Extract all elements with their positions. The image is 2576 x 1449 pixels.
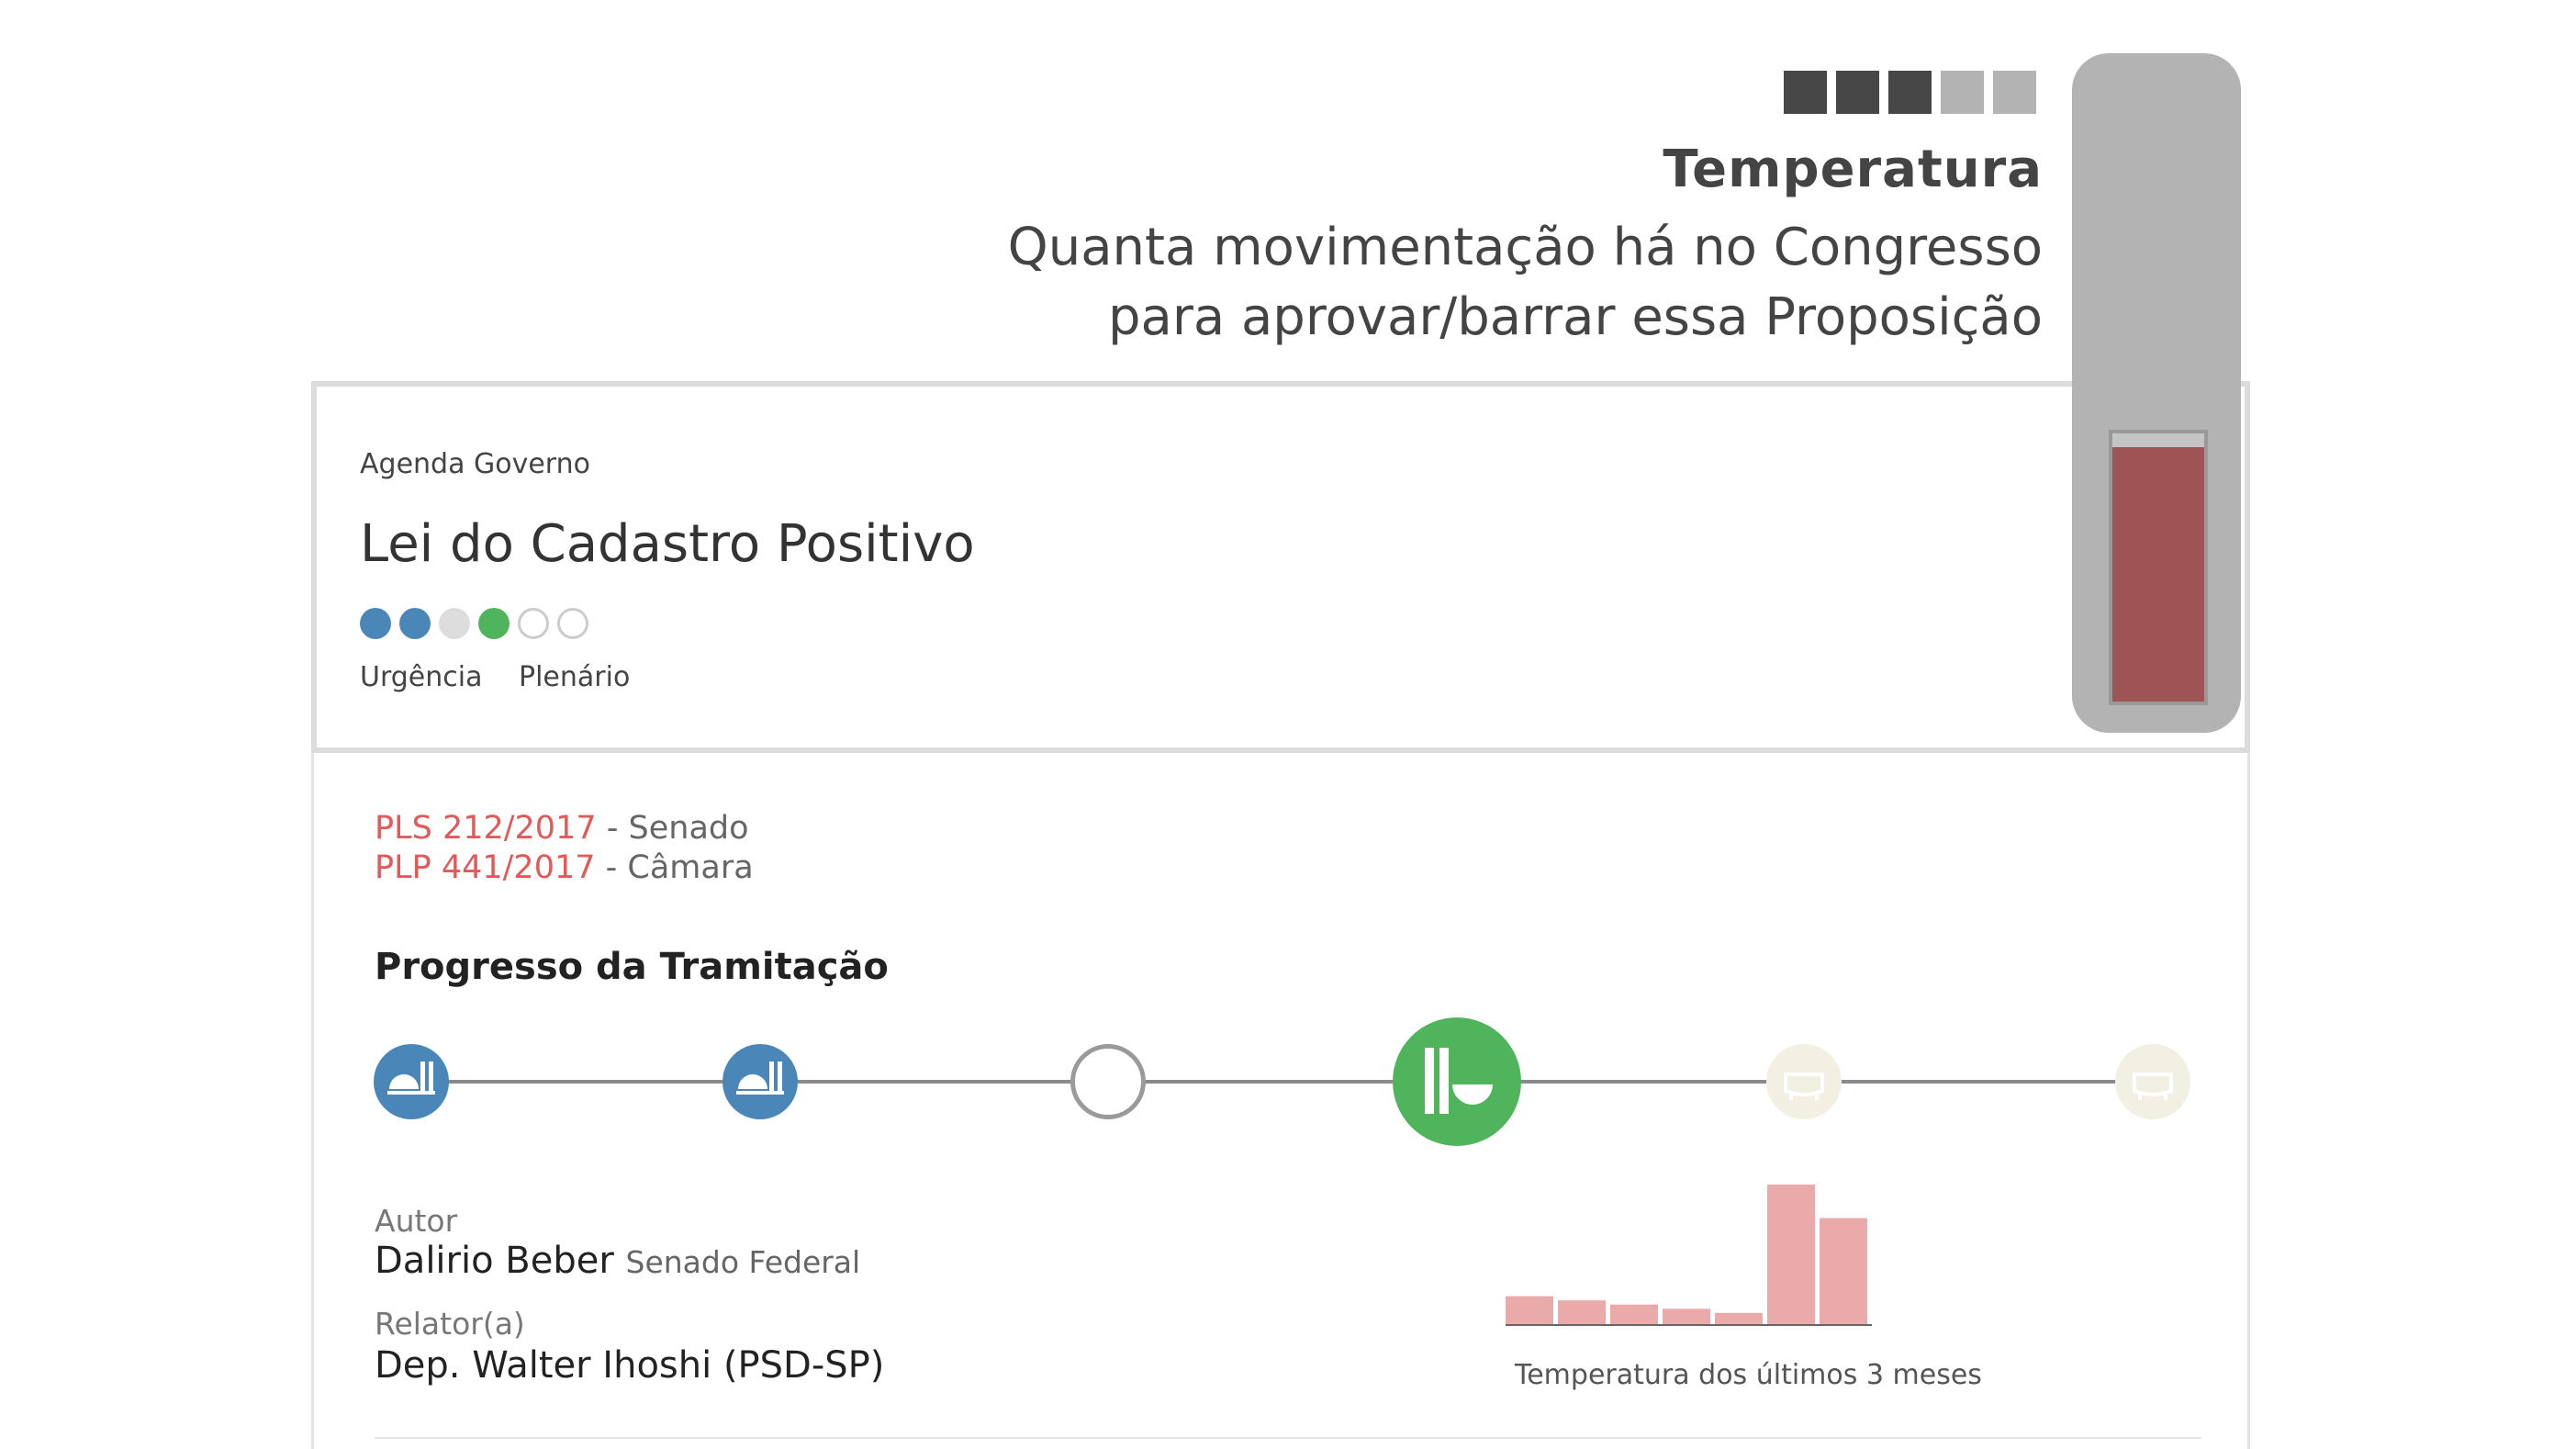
progress-track bbox=[413, 1080, 2167, 1084]
proposition-house: - Senado bbox=[596, 810, 749, 847]
temperature-bar bbox=[1663, 1309, 1710, 1324]
rapporteur-name[interactable]: Dep. Walter Ihoshi (PSD-SP) bbox=[375, 1344, 884, 1387]
proposition-code[interactable]: PLP 441/2017 bbox=[375, 849, 596, 886]
proposition-title[interactable]: Lei do Cadastro Positivo bbox=[360, 514, 975, 574]
temperature-level-indicator bbox=[1784, 71, 2036, 114]
thermometer-fill bbox=[2112, 446, 2204, 702]
status-dot bbox=[557, 608, 588, 639]
temperature-description: Quanta movimentação há no Congresso para… bbox=[1008, 213, 2043, 353]
progress-step-done[interactable] bbox=[374, 1044, 449, 1119]
proposition-id-senado[interactable]: PLS 212/2017 - Senado bbox=[375, 810, 749, 847]
proposition-id-camara[interactable]: PLP 441/2017 - Câmara bbox=[375, 849, 754, 886]
progress-step-future[interactable] bbox=[1766, 1044, 1842, 1119]
temperature-bar bbox=[1558, 1300, 1606, 1324]
progress-title: Progresso da Tramitação bbox=[375, 946, 889, 988]
author-institution: Senado Federal bbox=[625, 1244, 861, 1280]
progress-step-future[interactable] bbox=[2115, 1044, 2190, 1119]
progress-step-done[interactable] bbox=[722, 1044, 798, 1119]
temperature-square bbox=[1784, 71, 1827, 114]
temperature-description-line1: Quanta movimentação há no Congresso bbox=[1007, 218, 2043, 277]
temperature-bar bbox=[1820, 1218, 1867, 1324]
proposition-code[interactable]: PLS 212/2017 bbox=[375, 810, 597, 847]
temperature-square bbox=[1888, 71, 1932, 114]
author-value: Dalirio Beber Senado Federal bbox=[375, 1240, 860, 1282]
thermometer-tube bbox=[2109, 430, 2208, 705]
plenary-chamber-icon bbox=[1406, 1031, 1507, 1132]
status-dot bbox=[439, 608, 470, 639]
temperature-square bbox=[1836, 71, 1879, 114]
temperature-bar bbox=[1767, 1185, 1815, 1324]
status-dot bbox=[360, 608, 391, 639]
president-sanction-icon bbox=[1776, 1054, 1831, 1109]
temperature-history-chart bbox=[1506, 1185, 1872, 1326]
author-label: Autor bbox=[375, 1203, 458, 1239]
progress-step-pending[interactable] bbox=[1070, 1044, 1146, 1119]
temperature-title: Temperatura bbox=[1663, 140, 2043, 199]
rapporteur-label: Relator(a) bbox=[375, 1306, 525, 1342]
status-dot bbox=[478, 608, 510, 639]
chart-caption: Temperatura dos últimos 3 meses bbox=[1515, 1359, 1982, 1391]
card-divider bbox=[375, 1437, 2201, 1439]
dot-label-plenario: Plenário bbox=[519, 661, 631, 693]
proposition-house: - Câmara bbox=[595, 849, 754, 886]
status-dot bbox=[518, 608, 549, 639]
temperature-square bbox=[1941, 71, 1984, 114]
progress-step-current[interactable] bbox=[1393, 1017, 1521, 1146]
temperature-description-line2: para aprovar/barrar essa Proposição bbox=[1107, 287, 2043, 347]
status-dot bbox=[399, 608, 431, 639]
agenda-label: Agenda Governo bbox=[360, 448, 590, 480]
senate-chamber-icon bbox=[733, 1054, 788, 1109]
temperature-bar bbox=[1715, 1312, 1763, 1324]
temperature-bar bbox=[1506, 1296, 1553, 1324]
president-sanction-icon bbox=[2125, 1054, 2180, 1109]
senate-chamber-icon bbox=[384, 1054, 439, 1109]
status-dots bbox=[360, 608, 588, 639]
temperature-bar bbox=[1610, 1304, 1658, 1324]
temperature-square bbox=[1993, 71, 2036, 114]
author-name[interactable]: Dalirio Beber bbox=[375, 1240, 614, 1282]
thermometer bbox=[2072, 53, 2241, 733]
dot-label-urgencia: Urgência bbox=[360, 661, 483, 693]
